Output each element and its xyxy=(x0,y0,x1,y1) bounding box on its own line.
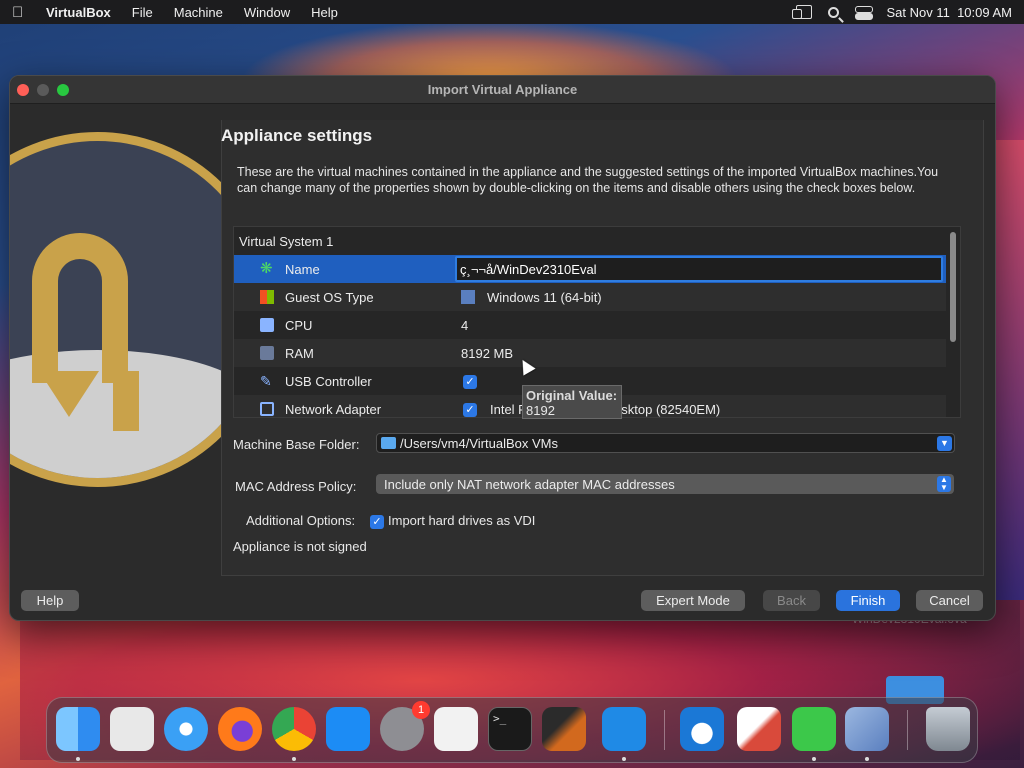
menu-app-name[interactable]: VirtualBox xyxy=(46,5,111,20)
zoom-window-button[interactable] xyxy=(57,84,69,96)
menu-clock[interactable]: Sat Nov 11 10:09 AM xyxy=(887,5,1013,20)
folder-icon xyxy=(381,437,396,449)
textedit-icon[interactable] xyxy=(434,707,478,751)
row-key: CPU xyxy=(285,317,313,333)
cpu-icon xyxy=(260,318,274,332)
menu-file[interactable]: File xyxy=(132,5,153,20)
tree-scrollbar[interactable] xyxy=(947,229,959,417)
tooltip-value: 8192 xyxy=(526,403,555,418)
network-adapter-icon xyxy=(260,402,274,416)
additional-options-label: Additional Options: xyxy=(246,513,356,528)
system-settings-icon[interactable]: 1 xyxy=(380,701,430,751)
tooltip-title: Original Value: xyxy=(526,388,618,403)
vscode-icon[interactable] xyxy=(602,707,646,751)
apple-menu-icon[interactable]:  xyxy=(12,4,30,21)
row-key: Guest OS Type xyxy=(285,289,374,305)
trash-icon[interactable] xyxy=(926,707,970,751)
row-key: Name xyxy=(285,261,320,277)
dock-separator xyxy=(907,710,908,750)
scrollbar-thumb[interactable] xyxy=(950,232,956,342)
zip-archiver-icon[interactable] xyxy=(792,707,836,751)
app-store-icon[interactable] xyxy=(326,707,370,751)
mac-policy-select[interactable]: Include only NAT network adapter MAC add… xyxy=(376,474,954,494)
name-edit-field[interactable]: ç¸¬¬å/WinDev2310Eval xyxy=(455,256,943,282)
help-button[interactable]: Help xyxy=(21,590,79,611)
signature-status: Appliance is not signed xyxy=(233,539,367,554)
running-indicator xyxy=(812,757,816,761)
row-value: 4 xyxy=(461,317,469,333)
tree-row-name[interactable]: ❋ Name ç¸¬¬å/WinDev2310Eval xyxy=(234,255,946,283)
import-vdi-label[interactable]: Import hard drives as VDI xyxy=(388,513,535,528)
running-indicator xyxy=(292,757,296,761)
cancel-button[interactable]: Cancel xyxy=(916,590,983,611)
name-icon: ❋ xyxy=(260,260,273,277)
windows-os-icon xyxy=(461,290,475,304)
onedrive-icon[interactable] xyxy=(680,707,724,751)
garageband-icon[interactable] xyxy=(542,707,586,751)
ram-icon xyxy=(260,346,274,360)
tree-row-virtual-system[interactable]: Virtual System 1 xyxy=(239,227,951,255)
firefox-icon[interactable] xyxy=(218,707,262,751)
base-folder-label: Machine Base Folder: xyxy=(233,437,360,452)
screen-mirroring-icon[interactable] xyxy=(791,5,812,19)
expert-mode-button[interactable]: Expert Mode xyxy=(641,590,745,611)
menu-machine[interactable]: Machine xyxy=(174,5,223,20)
chrome-icon[interactable] xyxy=(272,707,316,751)
appliance-description: These are the virtual machines contained… xyxy=(237,165,939,195)
tree-row-cpu[interactable]: CPU 4 xyxy=(234,311,946,339)
name-edit-value: ç¸¬¬å/WinDev2310Eval xyxy=(460,261,597,277)
close-window-button[interactable] xyxy=(17,84,29,96)
launchpad-icon[interactable] xyxy=(110,707,154,751)
virtual-system-label: Virtual System 1 xyxy=(239,233,334,249)
finish-button[interactable]: Finish xyxy=(836,590,900,611)
row-key: USB Controller xyxy=(285,373,372,389)
original-value-tooltip: Original Value: 8192 xyxy=(522,385,622,419)
tree-row-ram[interactable]: RAM 8192 MB xyxy=(234,339,946,367)
notification-badge: 1 xyxy=(412,701,430,719)
dock: 1 >_ xyxy=(46,697,978,763)
spotlight-search-icon[interactable] xyxy=(827,6,839,18)
window-titlebar: Import Virtual Appliance xyxy=(10,76,995,104)
window-title: Import Virtual Appliance xyxy=(427,82,578,97)
row-value: 8192 MB xyxy=(461,345,514,361)
row-value: Windows 11 (64-bit) xyxy=(487,289,602,305)
safari-icon[interactable] xyxy=(164,707,208,751)
finder-icon[interactable] xyxy=(56,707,100,751)
updown-chevron-icon[interactable]: ▲ ▼ xyxy=(937,476,951,492)
menu-help[interactable]: Help xyxy=(311,5,338,20)
base-folder-combo[interactable]: /Users/vm4/VirtualBox VMs ▼ xyxy=(376,433,955,453)
row-key: RAM xyxy=(285,345,314,361)
import-vdi-checkbox[interactable]: ✓ xyxy=(370,513,384,529)
menu-window[interactable]: Window xyxy=(244,5,290,20)
minimize-window-button xyxy=(37,84,49,96)
back-button[interactable]: Back xyxy=(763,590,820,611)
virtualbox-icon[interactable] xyxy=(845,707,889,751)
chevron-down-icon[interactable]: ▼ xyxy=(937,436,952,451)
usb-checkbox[interactable]: ✓ xyxy=(463,373,477,389)
running-indicator xyxy=(76,757,80,761)
mac-policy-value: Include only NAT network adapter MAC add… xyxy=(384,476,675,492)
remote-desktop-icon[interactable] xyxy=(737,707,781,751)
page-title: Appliance settings xyxy=(221,126,373,145)
import-appliance-window: Import Virtual Appliance Appliance setti… xyxy=(9,75,996,621)
guest-os-icon xyxy=(260,290,274,304)
usb-icon: ✎ xyxy=(260,373,272,389)
mac-policy-label: MAC Address Policy: xyxy=(235,479,357,494)
tree-row-guest-os[interactable]: Guest OS Type Windows 11 (64-bit) xyxy=(234,283,946,311)
dock-separator xyxy=(664,710,665,750)
control-center-icon[interactable] xyxy=(854,6,873,20)
row-key: Network Adapter xyxy=(285,401,382,417)
running-indicator xyxy=(865,757,869,761)
base-folder-value: /Users/vm4/VirtualBox VMs xyxy=(400,435,558,451)
menu-bar:  VirtualBox File Machine Window Help Sa… xyxy=(0,0,1024,24)
running-indicator xyxy=(622,757,626,761)
terminal-icon[interactable]: >_ xyxy=(488,707,532,751)
network-checkbox[interactable]: ✓ xyxy=(463,401,477,417)
